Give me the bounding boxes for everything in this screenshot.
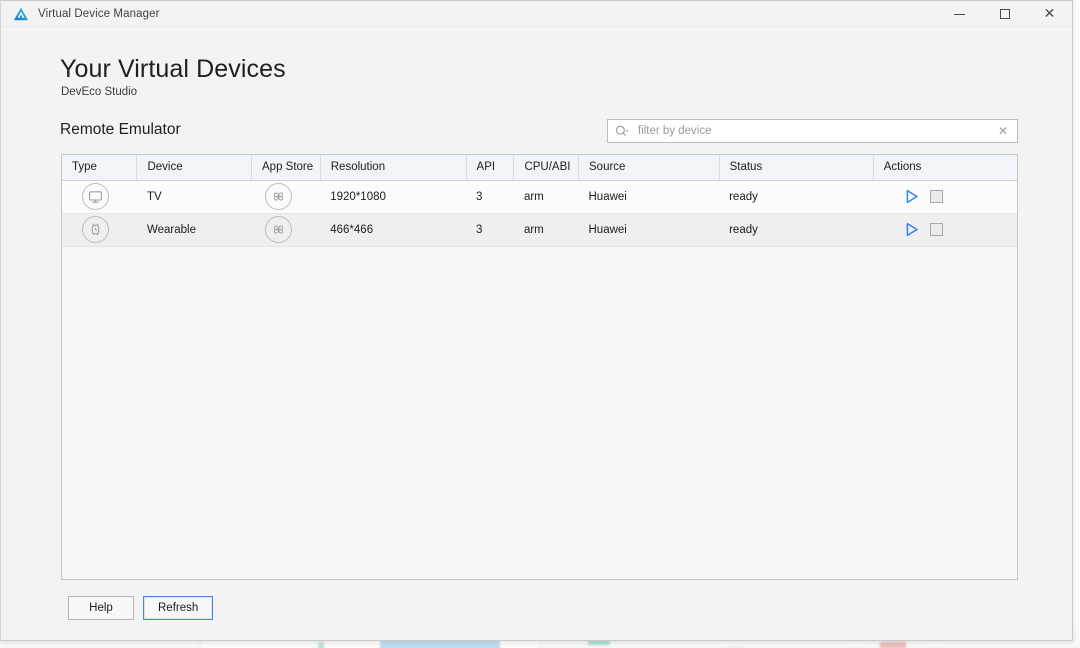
column-header-type[interactable]: Type: [62, 155, 138, 181]
window-title: Virtual Device Manager: [38, 7, 160, 20]
cell-type: [62, 180, 137, 214]
column-header-api[interactable]: API: [466, 155, 515, 181]
launch-device-button[interactable]: [905, 222, 919, 237]
maximize-button[interactable]: [982, 1, 1027, 27]
minimize-button[interactable]: [937, 1, 982, 27]
cell-device: TV: [136, 180, 252, 214]
app-gallery-icon: [264, 183, 292, 210]
cell-status: ready: [719, 180, 874, 214]
cell-app-store: [251, 180, 321, 214]
window-body: Your Virtual Devices DevEco Studio Remot…: [1, 27, 1072, 640]
column-header-cpu-abi[interactable]: CPU/ABI: [513, 155, 579, 181]
column-header-app-store[interactable]: App Store: [251, 155, 321, 181]
device-table: Type Device App Store Resolution API CPU…: [62, 155, 1017, 247]
stop-device-button[interactable]: [930, 190, 944, 203]
device-table-panel: Type Device App Store Resolution API CPU…: [61, 154, 1018, 580]
table-header-row: Type Device App Store Resolution API CPU…: [62, 155, 1017, 181]
close-icon: ✕: [1043, 6, 1056, 22]
stop-device-button[interactable]: [930, 223, 944, 236]
column-header-source[interactable]: Source: [578, 155, 720, 181]
title-bar: Virtual Device Manager ✕: [1, 1, 1072, 27]
cell-api: 3: [466, 180, 514, 214]
column-header-status[interactable]: Status: [719, 155, 874, 181]
virtual-device-manager-window: Virtual Device Manager ✕ Your Virtual De…: [0, 0, 1073, 641]
column-header-actions[interactable]: Actions: [873, 155, 1017, 181]
clear-search-icon[interactable]: ✕: [998, 125, 1008, 137]
column-header-resolution[interactable]: Resolution: [320, 155, 467, 181]
cell-source: Huawei: [578, 213, 720, 247]
cell-status: ready: [719, 213, 874, 247]
device-table-body: TV 1920*1080 3 arm Huawei ready Wearable…: [62, 180, 1017, 247]
cell-app-store: [251, 213, 321, 247]
window-controls: ✕: [937, 1, 1072, 27]
section-title: Remote Emulator: [60, 121, 181, 138]
table-row[interactable]: Wearable 466*466 3 arm Huawei ready: [62, 213, 1017, 247]
deveco-studio-logo-icon: [14, 7, 28, 20]
cell-source: Huawei: [578, 180, 720, 214]
cell-cpu-abi: arm: [513, 180, 579, 214]
tv-icon: [82, 183, 109, 210]
cell-type: [62, 213, 137, 247]
close-button[interactable]: ✕: [1027, 1, 1072, 27]
help-button[interactable]: Help: [68, 596, 134, 620]
launch-device-button[interactable]: [905, 189, 919, 204]
cell-cpu-abi: arm: [513, 213, 579, 247]
cell-device: Wearable: [136, 213, 252, 247]
cell-resolution: 466*466: [320, 213, 467, 247]
cell-actions: [873, 213, 1017, 247]
search-input[interactable]: [638, 125, 998, 137]
refresh-button[interactable]: Refresh: [143, 596, 214, 620]
maximize-icon: [999, 9, 1010, 19]
search-icon: [615, 125, 630, 138]
cell-api: 3: [466, 213, 514, 247]
footer-buttons: Help Refresh: [68, 596, 214, 620]
app-gallery-icon: [264, 216, 292, 243]
filter-search-box[interactable]: ✕: [607, 119, 1018, 143]
device-table-header: Type Device App Store Resolution API CPU…: [62, 155, 1017, 181]
cell-resolution: 1920*1080: [320, 180, 467, 214]
page-title: Your Virtual Devices: [60, 55, 286, 83]
watch-icon: [82, 216, 109, 243]
column-header-device[interactable]: Device: [136, 155, 253, 181]
table-row[interactable]: TV 1920*1080 3 arm Huawei ready: [62, 180, 1017, 214]
cell-actions: [873, 180, 1017, 214]
page-subtitle: DevEco Studio: [61, 86, 138, 98]
minimize-icon: [954, 13, 965, 15]
